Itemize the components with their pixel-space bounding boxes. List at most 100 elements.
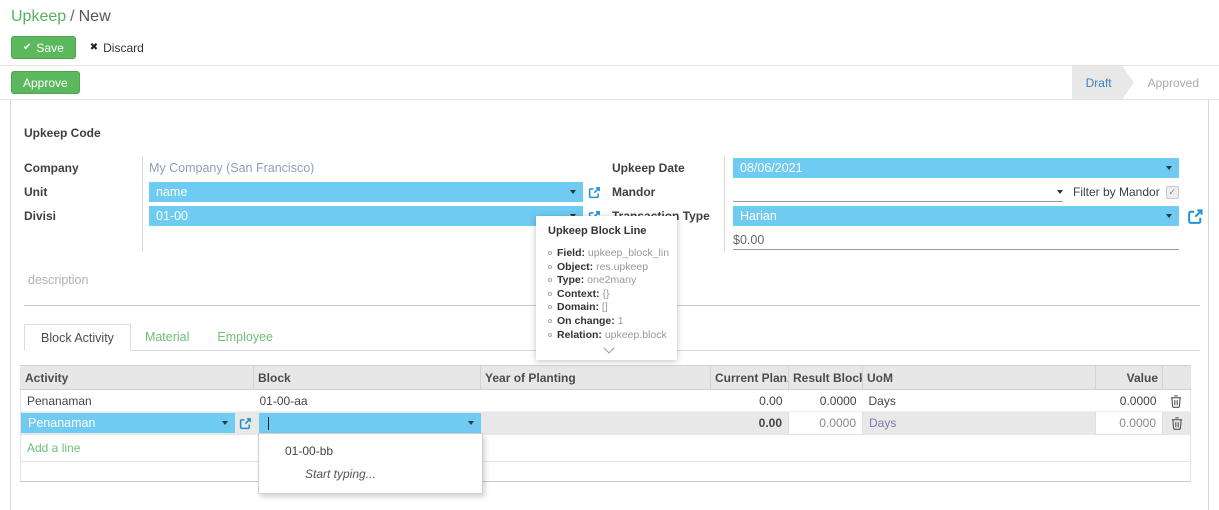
tooltip-item: On change: 1 (548, 315, 669, 329)
upkeep-date-label: Upkeep Date (608, 156, 725, 180)
bullet-circle-icon (548, 265, 552, 269)
cell-year-of-planting[interactable] (481, 390, 711, 412)
delete-row-icon[interactable] (1171, 416, 1183, 430)
value-edit-input[interactable]: 0.0000 (1096, 412, 1163, 435)
tooltip-item: Relation: upkeep.block (548, 329, 669, 343)
cell-block[interactable]: 01-00-aa (254, 390, 481, 412)
cell-current-plan[interactable]: 0.00 (711, 390, 789, 412)
breadcrumb-separator: / (66, 8, 78, 25)
chevron-down-icon[interactable] (468, 421, 474, 425)
status-steps: Draft Approved (1072, 66, 1213, 99)
col-header-uom[interactable]: UoM (863, 366, 1096, 390)
approve-button[interactable]: Approve (11, 71, 80, 94)
discard-button[interactable]: ✖ Discard (90, 41, 144, 55)
statusbar: Approve Draft Approved (0, 65, 1219, 100)
mandor-input[interactable] (733, 182, 1063, 202)
col-header-current-plan[interactable]: Current Plan... (711, 366, 789, 390)
empty-field-row (24, 228, 588, 252)
tooltip-item: Domain: [] (548, 301, 669, 315)
transaction-type-value: Harian (740, 209, 777, 223)
status-step-approved[interactable]: Approved (1134, 66, 1213, 99)
bullet-circle-icon (548, 292, 552, 296)
unit-input[interactable]: name (149, 182, 583, 202)
external-link-icon[interactable] (239, 417, 252, 430)
chevron-down-icon[interactable] (1166, 214, 1172, 218)
col-header-actions (1163, 366, 1191, 390)
amount-input[interactable]: $0.00 (733, 230, 1179, 250)
breadcrumb: Upkeep/New (0, 0, 1219, 30)
bullet-circle-icon (548, 278, 552, 282)
mandor-field-row: Mandor Filter by Mandor ✓ (588, 180, 1205, 204)
chevron-down-icon (603, 342, 614, 353)
company-value[interactable]: My Company (San Francisco) (149, 161, 314, 175)
tooltip-title: Upkeep Block Line (548, 225, 669, 237)
transaction-type-field-row: Transaction Type Harian (588, 204, 1205, 228)
save-button-label: Save (36, 41, 63, 55)
tab-employee[interactable]: Employee (203, 323, 287, 350)
unit-field-row: Unit name (24, 180, 588, 204)
upkeep-date-value: 08/06/2021 (740, 161, 803, 175)
chevron-down-icon[interactable] (1166, 166, 1172, 170)
divisi-field-row: Divisi 01-00 (24, 204, 588, 228)
odoo-form-view: Upkeep/New ✔ Save ✖ Discard Approve Draf… (0, 0, 1219, 510)
discard-button-label: Discard (103, 41, 144, 55)
col-header-result-block[interactable]: Result Block... (789, 366, 863, 390)
col-header-activity[interactable]: Activity (21, 366, 254, 390)
save-button[interactable]: ✔ Save (11, 36, 76, 59)
activity-edit-value: Penanaman (28, 416, 95, 430)
filter-by-mandor-checkbox[interactable]: ✓ (1166, 186, 1179, 199)
col-header-year-of-planting[interactable]: Year of Planting (481, 366, 711, 390)
uom-link[interactable]: Days (869, 416, 896, 430)
cell-year-of-planting[interactable] (481, 412, 711, 435)
upkeep-date-input[interactable]: 08/06/2021 (733, 158, 1179, 178)
block-activity-table: Activity Block Year of Planting Current … (20, 365, 1191, 482)
transaction-type-external-link-icon[interactable] (1187, 208, 1204, 225)
tooltip-item: Object: res.upkeep (548, 261, 669, 275)
chevron-down-icon[interactable] (222, 421, 228, 425)
dropdown-option[interactable]: 01-00-bb (259, 437, 482, 463)
tab-material[interactable]: Material (131, 323, 203, 350)
block-edit-input[interactable] (259, 413, 481, 433)
tab-block-activity[interactable]: Block Activity (24, 324, 131, 351)
table-row-editing[interactable]: Penanaman (21, 412, 1191, 435)
cell-value[interactable]: 0.0000 (1096, 390, 1163, 412)
divisi-label: Divisi (24, 204, 143, 228)
bullet-circle-icon (548, 333, 552, 337)
table-row[interactable]: Penanaman 01-00-aa 0.00 0.0000 Days 0.00… (21, 390, 1191, 412)
dropdown-start-typing-hint[interactable]: Start typing... (259, 463, 482, 487)
tooltip-item: Context: {} (548, 288, 669, 302)
add-a-line-row: Add a line (21, 435, 1191, 462)
company-label: Company (24, 156, 143, 180)
col-header-value[interactable]: Value (1096, 366, 1163, 390)
block-autocomplete-dropdown: 01-00-bb Start typing... (258, 433, 483, 494)
cell-result-block[interactable]: 0.0000 (789, 390, 863, 412)
chevron-down-icon[interactable] (1057, 190, 1063, 194)
delete-row-icon[interactable] (1170, 394, 1182, 408)
transaction-type-input[interactable]: Harian (733, 206, 1179, 226)
table-empty-row (21, 462, 1191, 482)
bullet-circle-icon (548, 319, 552, 323)
bullet-circle-icon (548, 251, 552, 255)
upkeep-date-field-row: Upkeep Date 08/06/2021 (588, 156, 1205, 180)
add-a-line-link[interactable]: Add a line (21, 435, 1191, 462)
breadcrumb-parent-link[interactable]: Upkeep (11, 8, 66, 25)
status-step-draft[interactable]: Draft (1072, 66, 1134, 99)
result-block-edit-input[interactable]: 0.0000 (789, 412, 863, 435)
unit-value: name (156, 185, 187, 199)
activity-edit-input[interactable]: Penanaman (21, 413, 235, 433)
col-header-block[interactable]: Block (254, 366, 481, 390)
chevron-down-icon[interactable] (570, 190, 576, 194)
company-field-row: Company My Company (San Francisco) (24, 156, 588, 180)
cell-activity[interactable]: Penanaman (21, 390, 254, 412)
upkeep-code-label: Upkeep Code (24, 126, 1200, 140)
amount-field-row: $0.00 (588, 228, 1205, 252)
divisi-input[interactable]: 01-00 (149, 206, 583, 226)
external-link-icon[interactable] (588, 186, 601, 199)
check-icon: ✔ (23, 42, 31, 53)
tooltip-list: Field: upkeep_block_line Object: res.upk… (548, 247, 669, 342)
bullet-circle-icon (548, 305, 552, 309)
filter-by-mandor-label: Filter by Mandor (1073, 185, 1160, 199)
cell-uom[interactable]: Days (863, 390, 1096, 412)
tooltip-item: Type: one2many (548, 274, 669, 288)
unit-label: Unit (24, 180, 143, 204)
